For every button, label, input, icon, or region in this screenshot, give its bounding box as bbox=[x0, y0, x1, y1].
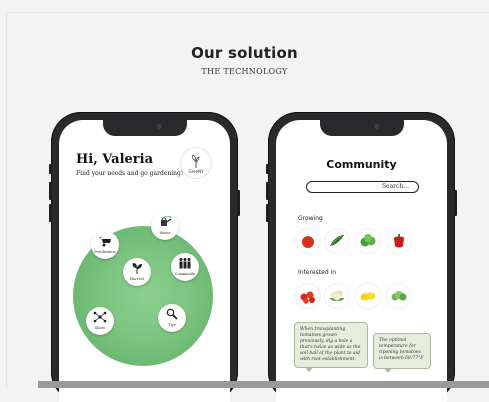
lemon-icon[interactable] bbox=[356, 284, 380, 308]
camera-icon bbox=[373, 124, 379, 129]
phone-volume-up-button bbox=[49, 182, 52, 200]
node-water[interactable]: Water bbox=[151, 212, 179, 240]
interested-label: Interested in bbox=[298, 269, 336, 276]
tomato-icon[interactable] bbox=[296, 229, 320, 253]
search-input[interactable]: Search... bbox=[306, 181, 419, 193]
phone-screen: Community Search... Growing Interested i… bbox=[276, 120, 447, 402]
scrollbar[interactable] bbox=[38, 381, 489, 388]
phone-notch bbox=[102, 120, 187, 136]
tip-bubble-temperature: The optimal temperature for ripening tom… bbox=[373, 333, 431, 373]
greens-icon[interactable] bbox=[387, 284, 411, 308]
slide-border-top bbox=[6, 12, 489, 13]
growing-label: Growing bbox=[298, 215, 323, 222]
phone-community-mockup: Community Search... Growing Interested i… bbox=[266, 112, 457, 402]
app-logo[interactable]: GreeNY bbox=[181, 148, 211, 178]
sprout-icon bbox=[132, 263, 142, 274]
node-label: Share bbox=[94, 326, 106, 330]
phone-home-mockup: Hi, Valeria Find your needs and go garde… bbox=[49, 112, 240, 402]
phone-notch bbox=[319, 120, 404, 136]
node-community[interactable]: Community bbox=[171, 253, 199, 281]
slide: Our solution THE TECHNOLOGY Hi, Valeria … bbox=[0, 0, 489, 402]
node-label: Harvest bbox=[129, 277, 145, 281]
phone-volume-down-button bbox=[49, 204, 52, 222]
logo-text: GreeNY bbox=[188, 169, 204, 174]
greeting-heading: Hi, Valeria bbox=[76, 152, 154, 167]
phone-mute-button bbox=[49, 164, 52, 174]
phone-volume-down-button bbox=[266, 204, 269, 222]
phone-power-button bbox=[454, 190, 457, 216]
search-placeholder: Search... bbox=[381, 183, 409, 190]
phone-screen: Hi, Valeria Find your needs and go garde… bbox=[59, 120, 230, 402]
share-network-icon bbox=[93, 311, 107, 323]
node-tips[interactable]: Tips bbox=[158, 304, 186, 332]
plant-logo-icon bbox=[192, 154, 200, 168]
greeting-subtext: Find your needs and go gardening! bbox=[76, 170, 184, 177]
slide-subtitle: THE TECHNOLOGY bbox=[201, 67, 288, 76]
wheelbarrow-icon bbox=[99, 237, 111, 247]
cucumber-icon[interactable] bbox=[325, 229, 349, 253]
phone-volume-up-button bbox=[266, 182, 269, 200]
cherry-tomatoes-icon[interactable] bbox=[296, 284, 320, 308]
node-share[interactable]: Share bbox=[86, 307, 114, 335]
community-title: Community bbox=[326, 158, 397, 171]
node-label: Water bbox=[159, 231, 171, 235]
cauliflower-icon[interactable] bbox=[325, 284, 349, 308]
slide-title: Our solution bbox=[191, 44, 298, 62]
watering-can-icon bbox=[161, 216, 172, 226]
node-fertilization[interactable]: Fertilization bbox=[91, 231, 119, 259]
tip-bubble-transplanting: When transplanting tomatoes grown previo… bbox=[294, 322, 368, 372]
node-label: Tips bbox=[168, 323, 176, 327]
camera-icon bbox=[156, 124, 162, 129]
phone-power-button bbox=[237, 190, 240, 216]
magnifier-icon bbox=[166, 308, 178, 320]
node-label: Fertilization bbox=[94, 250, 116, 254]
lettuce-icon[interactable] bbox=[356, 229, 380, 253]
node-harvest[interactable]: Harvest bbox=[123, 258, 151, 286]
phone-mute-button bbox=[266, 164, 269, 174]
people-icon bbox=[179, 258, 191, 269]
pepper-icon[interactable] bbox=[387, 229, 411, 253]
node-label: Community bbox=[174, 272, 196, 276]
